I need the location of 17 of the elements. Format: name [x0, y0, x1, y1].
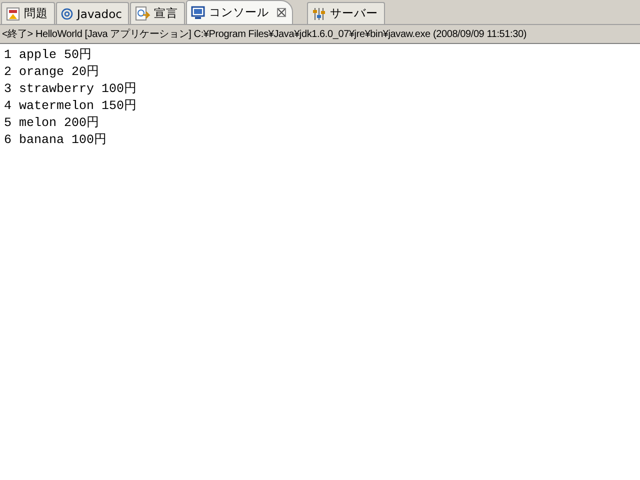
console-output-line: 6 banana 100円 — [4, 132, 108, 149]
view-tab[interactable]: サーバー — [306, 2, 385, 24]
process-description: <終了> HelloWorld [Java アプリケーション] C:¥Program Files¥Java¥jdk1.6.0_07¥jre¥bin¥javaw.exe (2008/09/09 11:51:30) — [2, 28, 526, 41]
console-output-line: 4 watermelon 150円 — [4, 98, 138, 115]
view-tab[interactable]: Javadoc — [56, 2, 129, 24]
console-output-line: 1 apple 50円 — [4, 47, 94, 64]
view-tab[interactable]: 問題 — [1, 2, 55, 24]
console-output-line: 3 strawberry 100円 — [4, 81, 138, 98]
console-output-line: 2 orange 20円 — [4, 64, 101, 81]
console-output-line: 5 melon 200円 — [4, 115, 101, 132]
warning-list-icon — [6, 6, 20, 20]
close-icon[interactable] — [276, 8, 286, 17]
view-tab[interactable]: コンソール — [186, 0, 293, 24]
view-tab[interactable]: 宣言 — [130, 2, 185, 24]
monitor-icon — [190, 6, 205, 20]
servers-icon — [312, 6, 326, 20]
declaration-icon — [134, 6, 150, 21]
